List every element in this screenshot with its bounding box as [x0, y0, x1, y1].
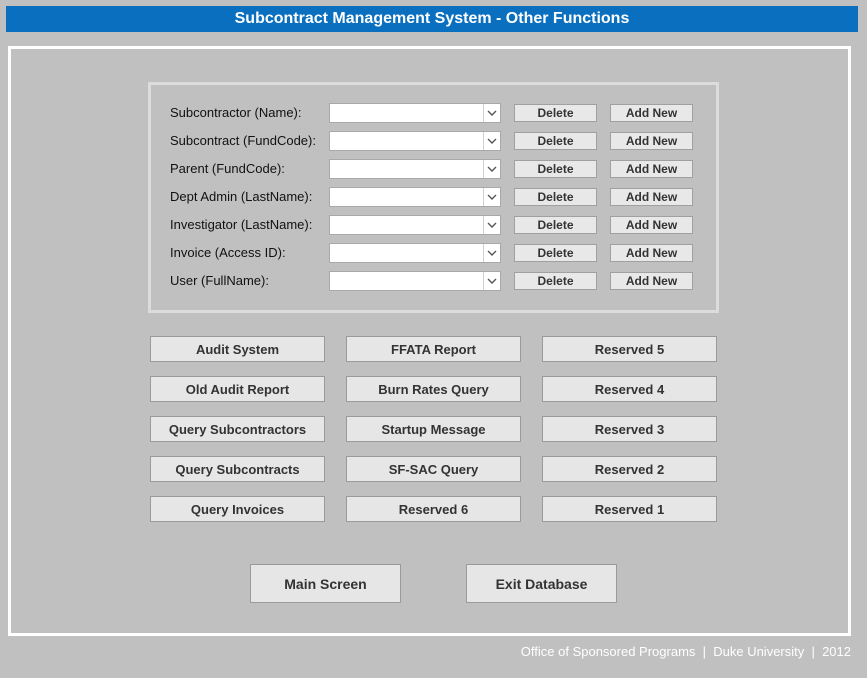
subcontractor-combo[interactable]	[329, 103, 501, 123]
reserved-6-button[interactable]: Reserved 6	[346, 496, 521, 522]
invoice-combo[interactable]	[329, 243, 501, 263]
audit-system-button[interactable]: Audit System	[150, 336, 325, 362]
invoice-label: Invoice (Access ID):	[170, 245, 286, 260]
parent-delete-button[interactable]: Delete	[514, 160, 597, 178]
subcontractor-label: Subcontractor (Name):	[170, 105, 302, 120]
subcontract-combo[interactable]	[329, 131, 501, 151]
chevron-down-icon[interactable]	[483, 160, 500, 178]
investigator-add-button[interactable]: Add New	[610, 216, 693, 234]
dept-admin-input[interactable]	[332, 189, 482, 205]
invoice-delete-button[interactable]: Delete	[514, 244, 597, 262]
subcontract-add-button[interactable]: Add New	[610, 132, 693, 150]
dept-admin-label: Dept Admin (LastName):	[170, 189, 313, 204]
subcontract-delete-button[interactable]: Delete	[514, 132, 597, 150]
exit-database-button[interactable]: Exit Database	[466, 564, 617, 603]
user-add-button[interactable]: Add New	[610, 272, 693, 290]
invoice-input[interactable]	[332, 245, 482, 261]
reserved-4-button[interactable]: Reserved 4	[542, 376, 717, 402]
parent-label: Parent (FundCode):	[170, 161, 285, 176]
user-delete-button[interactable]: Delete	[514, 272, 597, 290]
invoice-add-button[interactable]: Add New	[610, 244, 693, 262]
chevron-down-icon[interactable]	[483, 132, 500, 150]
chevron-down-icon[interactable]	[483, 188, 500, 206]
subcontractor-delete-button[interactable]: Delete	[514, 104, 597, 122]
parent-combo[interactable]	[329, 159, 501, 179]
subcontractor-input[interactable]	[332, 105, 482, 121]
reserved-2-button[interactable]: Reserved 2	[542, 456, 717, 482]
parent-input[interactable]	[332, 161, 482, 177]
dept-admin-combo[interactable]	[329, 187, 501, 207]
user-combo[interactable]	[329, 271, 501, 291]
old-audit-report-button[interactable]: Old Audit Report	[150, 376, 325, 402]
sf-sac-query-button[interactable]: SF-SAC Query	[346, 456, 521, 482]
chevron-down-icon[interactable]	[483, 244, 500, 262]
burn-rates-query-button[interactable]: Burn Rates Query	[346, 376, 521, 402]
ffata-report-button[interactable]: FFATA Report	[346, 336, 521, 362]
chevron-down-icon[interactable]	[483, 104, 500, 122]
reserved-5-button[interactable]: Reserved 5	[542, 336, 717, 362]
main-screen-button[interactable]: Main Screen	[250, 564, 401, 603]
query-subcontractors-button[interactable]: Query Subcontractors	[150, 416, 325, 442]
startup-message-button[interactable]: Startup Message	[346, 416, 521, 442]
footer-text: Office of Sponsored Programs | Duke Univ…	[520, 644, 851, 659]
investigator-label: Investigator (LastName):	[170, 217, 313, 232]
chevron-down-icon[interactable]	[483, 216, 500, 234]
investigator-combo[interactable]	[329, 215, 501, 235]
investigator-input[interactable]	[332, 217, 482, 233]
reserved-1-button[interactable]: Reserved 1	[542, 496, 717, 522]
subcontract-label: Subcontract (FundCode):	[170, 133, 316, 148]
window-title: Subcontract Management System - Other Fu…	[6, 6, 858, 32]
investigator-delete-button[interactable]: Delete	[514, 216, 597, 234]
parent-add-button[interactable]: Add New	[610, 160, 693, 178]
user-input[interactable]	[332, 273, 482, 289]
user-label: User (FullName):	[170, 273, 269, 288]
reserved-3-button[interactable]: Reserved 3	[542, 416, 717, 442]
query-invoices-button[interactable]: Query Invoices	[150, 496, 325, 522]
subcontract-input[interactable]	[332, 133, 482, 149]
query-subcontracts-button[interactable]: Query Subcontracts	[150, 456, 325, 482]
dept-admin-delete-button[interactable]: Delete	[514, 188, 597, 206]
subcontractor-add-button[interactable]: Add New	[610, 104, 693, 122]
dept-admin-add-button[interactable]: Add New	[610, 188, 693, 206]
chevron-down-icon[interactable]	[483, 272, 500, 290]
